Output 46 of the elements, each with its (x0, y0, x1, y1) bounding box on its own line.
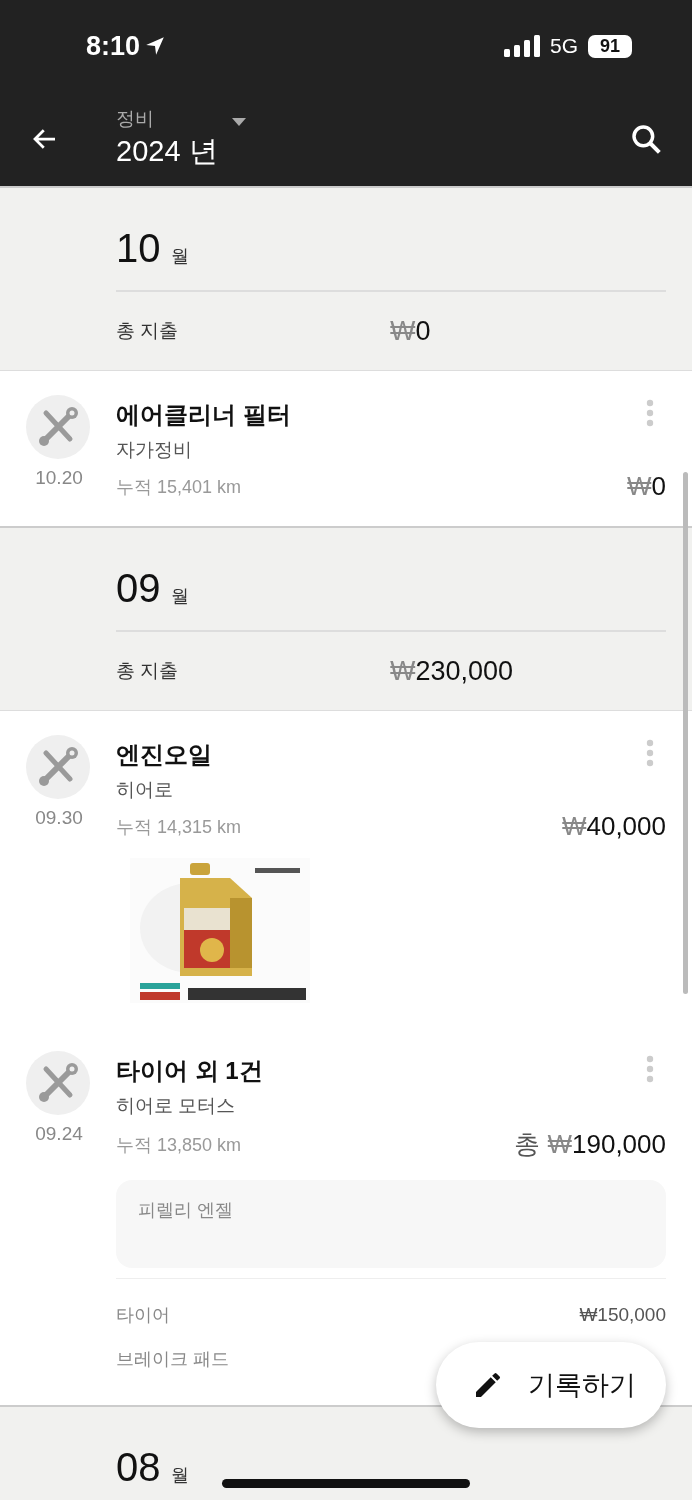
entry-subtitle: 히어로 (116, 778, 174, 802)
month-unit: 월 (170, 245, 189, 268)
more-options-icon[interactable] (646, 739, 654, 767)
total-amount: ₩230,000 (390, 655, 514, 687)
entry-subtitle: 자가정비 (116, 438, 193, 462)
item-name: 브레이크 패드 (116, 1348, 229, 1371)
entry-date: 09.24 (34, 1123, 84, 1145)
month-number: 08 (116, 1445, 161, 1490)
month-unit: 월 (170, 585, 189, 608)
total-label: 총 지출 (116, 319, 180, 343)
battery-indicator: 91 (588, 34, 632, 58)
record-button[interactable]: 기록하기 (436, 1342, 666, 1428)
total-amount: ₩0 (390, 315, 431, 347)
entry-amount: ₩40,000 (561, 811, 666, 842)
caret-icon[interactable] (231, 118, 246, 126)
more-options-icon[interactable] (646, 1055, 654, 1083)
more-options-icon[interactable] (646, 399, 654, 427)
wrench-screwdriver-icon (26, 735, 90, 799)
scrollbar[interactable] (683, 472, 688, 994)
entry-amount: 총 ₩190,000 (514, 1128, 666, 1161)
location-arrow-icon (144, 35, 167, 57)
search-icon[interactable] (630, 123, 662, 155)
signal-icon (504, 35, 540, 57)
month-number: 09 (116, 566, 161, 611)
network-label: 5G (550, 34, 578, 58)
odometer-text: 누적 13,850 km (116, 1133, 242, 1157)
entry-date: 10.20 (34, 467, 84, 489)
wrench-screwdriver-icon (26, 395, 90, 459)
item-price: ₩150,000 (579, 1304, 666, 1326)
odometer-text: 누적 15,401 km (116, 475, 242, 499)
entry-subtitle: 히어로 모터스 (116, 1094, 237, 1118)
item-name: 타이어 (116, 1304, 170, 1327)
entry-title: 에어클리너 필터 (116, 400, 291, 430)
odometer-text: 누적 14,315 km (116, 815, 242, 839)
total-label: 총 지출 (116, 659, 180, 683)
entry-title: 타이어 외 1건 (116, 1056, 263, 1086)
page-subtitle: 정비 (116, 107, 154, 131)
clock-time: 8:10 (86, 30, 141, 62)
entry-date: 09.30 (34, 807, 84, 829)
entry-amount: ₩0 (627, 471, 666, 502)
wrench-screwdriver-icon (26, 1051, 90, 1115)
memo-box: 피렐리 엔젤 (116, 1180, 666, 1268)
month-unit: 월 (170, 1464, 189, 1487)
year-selector[interactable]: 2024 년 (116, 132, 218, 172)
entry-title: 엔진오일 (116, 740, 212, 770)
month-number: 10 (116, 226, 161, 271)
